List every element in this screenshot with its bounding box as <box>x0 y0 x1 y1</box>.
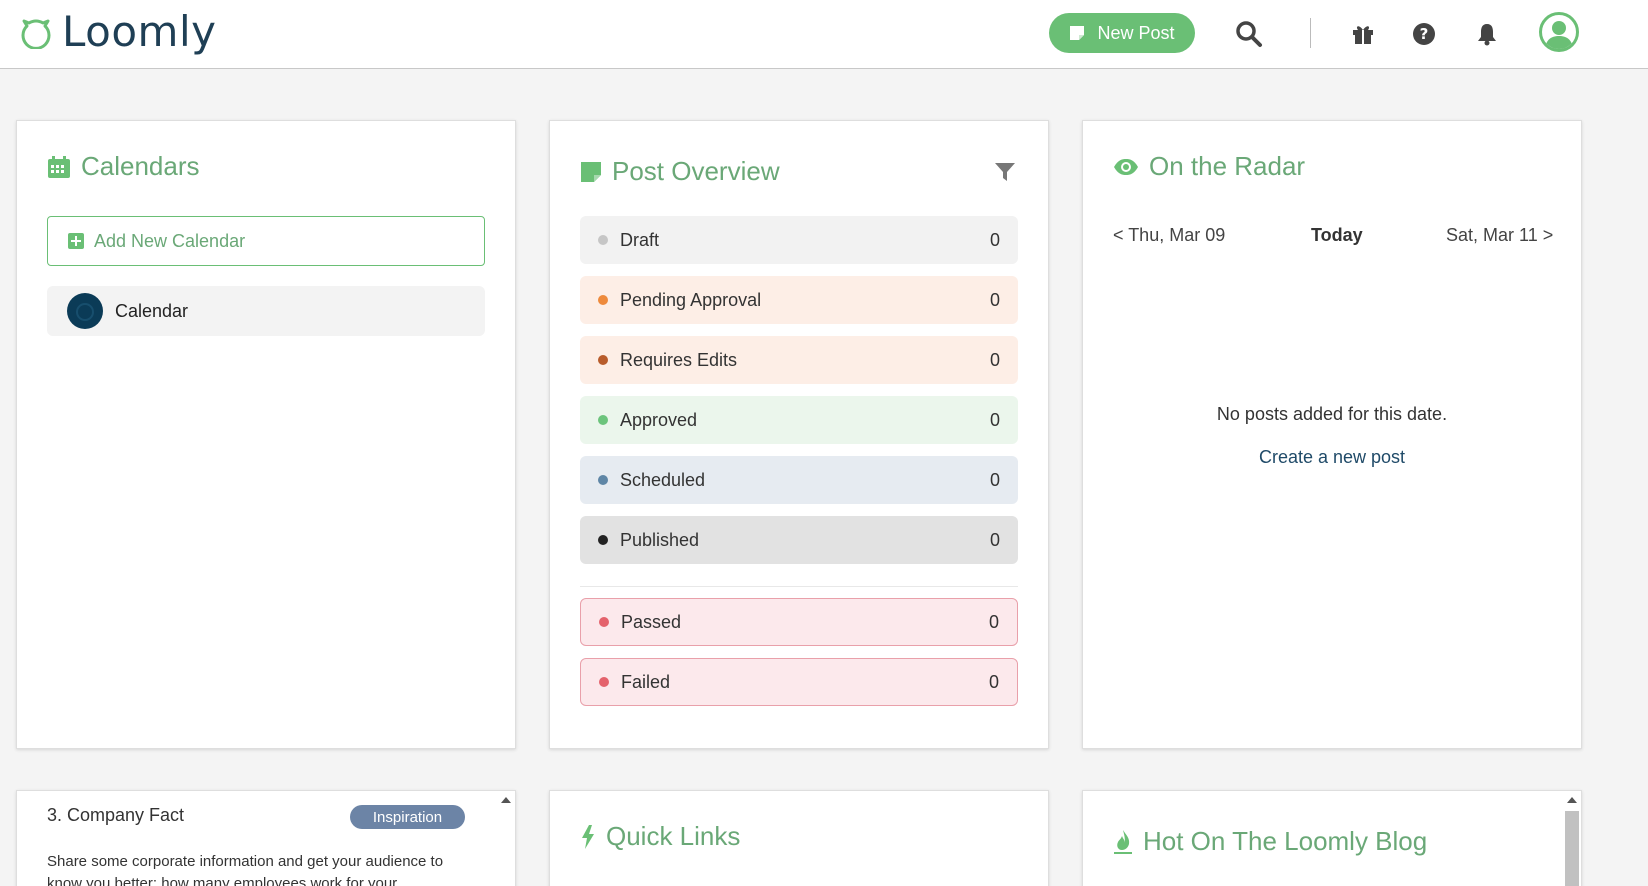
gift-icon[interactable] <box>1347 18 1379 50</box>
filter-icon[interactable] <box>994 161 1016 188</box>
status-dot <box>598 355 608 365</box>
on-the-radar-card: On the Radar < Thu, Mar 09 Today Sat, Ma… <box>1082 120 1582 749</box>
quick-links-title: Quick Links <box>580 821 740 852</box>
status-label: Passed <box>621 611 682 632</box>
status-dot <box>598 535 608 545</box>
blog-title: Hot On The Loomly Blog <box>1113 826 1427 857</box>
calendars-title: Calendars <box>47 151 200 182</box>
company-fact-title: 3. Company Fact <box>47 805 185 825</box>
status-dot <box>599 677 609 687</box>
top-header: Loomly New Post ? <box>0 0 1648 69</box>
status-row-pending-approval[interactable]: Pending Approval 0 <box>580 276 1018 324</box>
status-count: 0 <box>989 409 1000 430</box>
status-count: 0 <box>989 229 1000 250</box>
company-fact-card: 3. Company Fact Inspiration Share some c… <box>16 790 516 886</box>
status-row-failed[interactable]: Failed 0 <box>580 658 1018 706</box>
blog-scrollbar[interactable] <box>1563 791 1581 886</box>
sticky-note-icon <box>580 161 602 183</box>
status-count: 0 <box>988 611 999 632</box>
user-avatar-icon[interactable] <box>1539 12 1579 52</box>
calendars-title-text: Calendars <box>81 151 200 181</box>
create-new-post-link[interactable]: Create a new post <box>1083 447 1581 468</box>
radar-next-day-link[interactable]: Sat, Mar 11 > <box>1446 225 1553 246</box>
plus-square-icon <box>68 233 84 249</box>
status-dot <box>598 415 608 425</box>
header-divider <box>1310 18 1311 48</box>
status-label: Draft <box>620 229 660 250</box>
status-label: Failed <box>621 671 671 692</box>
loomly-blog-card: Hot On The Loomly Blog <box>1082 790 1582 886</box>
status-label: Scheduled <box>620 469 706 490</box>
loomly-logo[interactable]: Loomly <box>18 6 217 56</box>
status-count: 0 <box>989 289 1000 310</box>
status-dot <box>598 295 608 305</box>
new-post-label: New Post <box>1097 22 1175 43</box>
calendar-list-item[interactable]: Calendar <box>47 286 485 336</box>
status-label: Published <box>620 529 700 550</box>
company-fact-scrollbar[interactable] <box>497 791 515 886</box>
scroll-up-arrow-icon[interactable] <box>501 797 511 803</box>
inspiration-badge: Inspiration <box>350 805 465 829</box>
post-overview-card: Post Overview Draft 0 Pending Approval 0… <box>549 120 1049 749</box>
calendar-item-label: Calendar <box>115 300 189 321</box>
status-count: 0 <box>989 349 1000 370</box>
add-new-calendar-label: Add New Calendar <box>94 230 246 251</box>
status-label: Pending Approval <box>620 289 762 310</box>
calendar-icon <box>47 155 71 179</box>
status-row-passed[interactable]: Passed 0 <box>580 598 1018 646</box>
status-dot <box>599 617 609 627</box>
post-overview-title: Post Overview <box>580 156 780 187</box>
loomly-cat-icon <box>18 13 54 49</box>
radar-prev-day-link[interactable]: < Thu, Mar 09 <box>1113 225 1225 246</box>
status-count: 0 <box>989 469 1000 490</box>
quick-links-card: Quick Links <box>549 790 1049 886</box>
status-count: 0 <box>988 671 999 692</box>
calendars-card: Calendars Add New Calendar Calendar <box>16 120 516 749</box>
add-new-calendar-button[interactable]: Add New Calendar <box>47 216 485 266</box>
overview-divider <box>580 586 1018 587</box>
company-fact-body: Share some corporate information and get… <box>47 853 444 886</box>
status-dot <box>598 475 608 485</box>
status-row-approved[interactable]: Approved 0 <box>580 396 1018 444</box>
quick-links-title-text: Quick Links <box>606 821 741 851</box>
blog-title-text: Hot On The Loomly Blog <box>1143 826 1428 856</box>
radar-title: On the Radar <box>1113 151 1305 182</box>
status-count: 0 <box>989 529 1000 550</box>
status-label: Requires Edits <box>620 349 738 370</box>
status-label: Approved <box>620 409 698 430</box>
sticky-note-icon <box>1069 25 1085 41</box>
radar-today-label[interactable]: Today <box>1311 225 1363 246</box>
eye-icon <box>1113 158 1139 176</box>
radar-empty-message: No posts added for this date. <box>1216 404 1448 424</box>
svg-text:?: ? <box>1420 25 1429 43</box>
flame-icon <box>1113 829 1133 855</box>
bell-icon[interactable] <box>1471 18 1503 50</box>
status-row-draft[interactable]: Draft 0 <box>580 216 1018 264</box>
status-row-published[interactable]: Published 0 <box>580 516 1018 564</box>
new-post-button[interactable]: New Post <box>1049 13 1195 53</box>
scroll-up-arrow-icon[interactable] <box>1567 797 1577 803</box>
radar-title-text: On the Radar <box>1149 151 1306 181</box>
lightning-icon <box>580 824 596 850</box>
help-icon[interactable]: ? <box>1408 18 1440 50</box>
status-dot <box>598 235 608 245</box>
calendar-avatar <box>67 293 103 329</box>
status-row-requires-edits[interactable]: Requires Edits 0 <box>580 336 1018 384</box>
logo-text: Loomly <box>62 6 217 56</box>
post-overview-title-text: Post Overview <box>612 156 780 186</box>
status-row-scheduled[interactable]: Scheduled 0 <box>580 456 1018 504</box>
search-icon[interactable] <box>1233 18 1265 50</box>
scrollbar-thumb[interactable] <box>1565 811 1579 886</box>
